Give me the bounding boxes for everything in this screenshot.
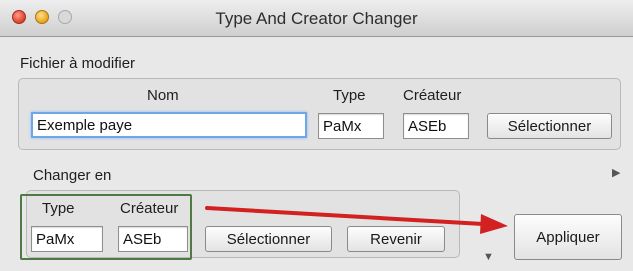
app-window: Type And Creator Changer Fichier à modif… (0, 0, 633, 271)
annotation-arrow (205, 206, 508, 234)
